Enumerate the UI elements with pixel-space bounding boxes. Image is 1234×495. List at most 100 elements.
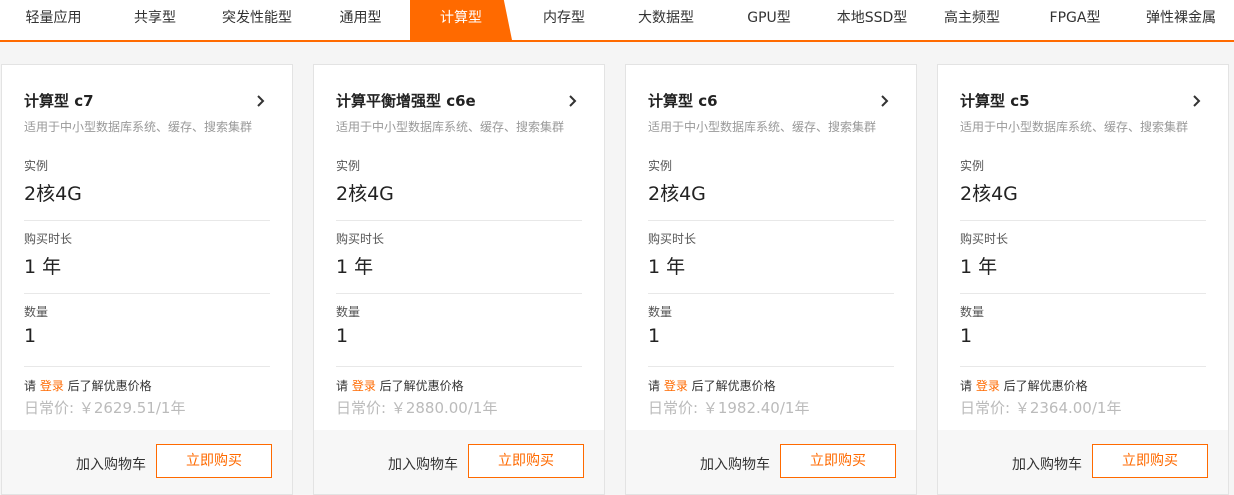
tab-big-data[interactable]: 大数据型 bbox=[616, 0, 716, 40]
login-prefix: 请 bbox=[960, 379, 976, 393]
buy-now-button[interactable]: 立即购买 bbox=[156, 444, 272, 478]
tab-shared[interactable]: 共享型 bbox=[107, 0, 203, 40]
login-suffix: 后了解优惠价格 bbox=[63, 379, 152, 393]
duration-label: 购买时长 bbox=[336, 232, 385, 246]
card-title: 计算平衡增强型 c6e bbox=[336, 92, 476, 110]
regular-price: 日常价: ￥2629.51/1年 bbox=[24, 399, 186, 417]
card-footer: 加入购物车 立即购买 bbox=[626, 430, 916, 494]
card-header-link[interactable]: 计算型 c6 bbox=[648, 89, 896, 113]
regular-price: 日常价: ￥2880.00/1年 bbox=[336, 399, 498, 417]
tab-memory[interactable]: 内存型 bbox=[512, 0, 616, 40]
instance-field: 实例 2核4G bbox=[648, 157, 894, 221]
duration-label: 购买时长 bbox=[648, 232, 697, 246]
quantity-field: 数量 1 bbox=[960, 303, 1206, 367]
card-title: 计算型 c5 bbox=[960, 92, 1030, 110]
quantity-field: 数量 1 bbox=[336, 303, 582, 367]
duration-field: 购买时长 1 年 bbox=[648, 230, 894, 294]
duration-field: 购买时长 1 年 bbox=[24, 230, 270, 294]
card-footer: 加入购物车 立即购买 bbox=[2, 430, 292, 494]
card-header-link[interactable]: 计算平衡增强型 c6e bbox=[336, 89, 584, 113]
card-footer: 加入购物车 立即购买 bbox=[314, 430, 604, 494]
instance-field: 实例 2核4G bbox=[960, 157, 1206, 221]
card-description: 适用于中小型数据库系统、缓存、搜索集群 bbox=[960, 120, 1189, 134]
card-footer: 加入购物车 立即购买 bbox=[938, 430, 1228, 494]
login-prompt: 请 登录 后了解优惠价格 bbox=[24, 377, 152, 394]
duration-label: 购买时长 bbox=[24, 232, 73, 246]
instance-label: 实例 bbox=[24, 159, 49, 173]
login-prefix: 请 bbox=[24, 379, 40, 393]
chevron-right-icon bbox=[1193, 95, 1201, 107]
tab-high-frequency[interactable]: 高主频型 bbox=[922, 0, 1022, 40]
login-prefix: 请 bbox=[336, 379, 352, 393]
instance-value[interactable]: 2核4G bbox=[960, 179, 1018, 206]
card-header-link[interactable]: 计算型 c7 bbox=[24, 89, 272, 113]
tab-bare-metal[interactable]: 弹性裸金属 bbox=[1128, 0, 1234, 40]
login-link[interactable]: 登录 bbox=[976, 379, 1000, 393]
instance-field: 实例 2核4G bbox=[24, 157, 270, 221]
quantity-label: 数量 bbox=[648, 305, 673, 319]
quantity-label: 数量 bbox=[24, 305, 49, 319]
product-card: 计算型 c6 适用于中小型数据库系统、缓存、搜索集群 实例 2核4G 购买时长 … bbox=[625, 64, 917, 495]
chevron-right-icon bbox=[569, 95, 577, 107]
card-header-link[interactable]: 计算型 c5 bbox=[960, 89, 1208, 113]
instance-label: 实例 bbox=[648, 159, 673, 173]
login-link[interactable]: 登录 bbox=[664, 379, 688, 393]
card-description: 适用于中小型数据库系统、缓存、搜索集群 bbox=[336, 120, 565, 134]
tab-lightweight[interactable]: 轻量应用 bbox=[0, 0, 107, 40]
card-description: 适用于中小型数据库系统、缓存、搜索集群 bbox=[648, 120, 877, 134]
buy-now-button[interactable]: 立即购买 bbox=[468, 444, 584, 478]
instance-value[interactable]: 2核4G bbox=[24, 179, 82, 206]
instance-value[interactable]: 2核4G bbox=[648, 179, 706, 206]
duration-value[interactable]: 1 年 bbox=[960, 252, 997, 279]
add-to-cart-button[interactable]: 加入购物车 bbox=[1012, 454, 1082, 474]
chevron-right-icon bbox=[881, 95, 889, 107]
chevron-right-icon bbox=[257, 95, 265, 107]
quantity-label: 数量 bbox=[960, 305, 985, 319]
instance-type-tabs: 轻量应用 共享型 突发性能型 通用型 计算型 内存型 大数据型 GPU型 本地S… bbox=[0, 0, 1234, 42]
quantity-field: 数量 1 bbox=[648, 303, 894, 367]
tab-gpu[interactable]: GPU型 bbox=[716, 0, 822, 40]
tab-fpga[interactable]: FPGA型 bbox=[1022, 0, 1128, 40]
quantity-field: 数量 1 bbox=[24, 303, 270, 367]
login-link[interactable]: 登录 bbox=[352, 379, 376, 393]
quantity-value[interactable]: 1 bbox=[24, 325, 36, 347]
tab-burstable[interactable]: 突发性能型 bbox=[203, 0, 311, 40]
duration-value[interactable]: 1 年 bbox=[24, 252, 61, 279]
product-card: 计算平衡增强型 c6e 适用于中小型数据库系统、缓存、搜索集群 实例 2核4G … bbox=[313, 64, 605, 495]
instance-field: 实例 2核4G bbox=[336, 157, 582, 221]
quantity-label: 数量 bbox=[336, 305, 361, 319]
duration-label: 购买时长 bbox=[960, 232, 1009, 246]
login-suffix: 后了解优惠价格 bbox=[999, 379, 1088, 393]
login-prompt: 请 登录 后了解优惠价格 bbox=[648, 377, 776, 394]
card-title: 计算型 c7 bbox=[24, 92, 94, 110]
login-suffix: 后了解优惠价格 bbox=[687, 379, 776, 393]
buy-now-button[interactable]: 立即购买 bbox=[1092, 444, 1208, 478]
quantity-value[interactable]: 1 bbox=[960, 325, 972, 347]
duration-value[interactable]: 1 年 bbox=[648, 252, 685, 279]
login-suffix: 后了解优惠价格 bbox=[375, 379, 464, 393]
add-to-cart-button[interactable]: 加入购物车 bbox=[76, 454, 146, 474]
regular-price: 日常价: ￥2364.00/1年 bbox=[960, 399, 1122, 417]
instance-value[interactable]: 2核4G bbox=[336, 179, 394, 206]
login-prompt: 请 登录 后了解优惠价格 bbox=[960, 377, 1088, 394]
product-card: 计算型 c7 适用于中小型数据库系统、缓存、搜索集群 实例 2核4G 购买时长 … bbox=[1, 64, 293, 495]
product-card: 计算型 c5 适用于中小型数据库系统、缓存、搜索集群 实例 2核4G 购买时长 … bbox=[937, 64, 1229, 495]
instance-label: 实例 bbox=[336, 159, 361, 173]
add-to-cart-button[interactable]: 加入购物车 bbox=[700, 454, 770, 474]
tab-compute[interactable]: 计算型 bbox=[410, 0, 512, 40]
login-prefix: 请 bbox=[648, 379, 664, 393]
instance-label: 实例 bbox=[960, 159, 985, 173]
duration-value[interactable]: 1 年 bbox=[336, 252, 373, 279]
duration-field: 购买时长 1 年 bbox=[336, 230, 582, 294]
duration-field: 购买时长 1 年 bbox=[960, 230, 1206, 294]
login-prompt: 请 登录 后了解优惠价格 bbox=[336, 377, 464, 394]
buy-now-button[interactable]: 立即购买 bbox=[780, 444, 896, 478]
card-title: 计算型 c6 bbox=[648, 92, 718, 110]
login-link[interactable]: 登录 bbox=[40, 379, 64, 393]
tab-general-purpose[interactable]: 通用型 bbox=[311, 0, 410, 40]
quantity-value[interactable]: 1 bbox=[336, 325, 348, 347]
quantity-value[interactable]: 1 bbox=[648, 325, 660, 347]
tab-local-ssd[interactable]: 本地SSD型 bbox=[822, 0, 922, 40]
card-description: 适用于中小型数据库系统、缓存、搜索集群 bbox=[24, 120, 253, 134]
add-to-cart-button[interactable]: 加入购物车 bbox=[388, 454, 458, 474]
